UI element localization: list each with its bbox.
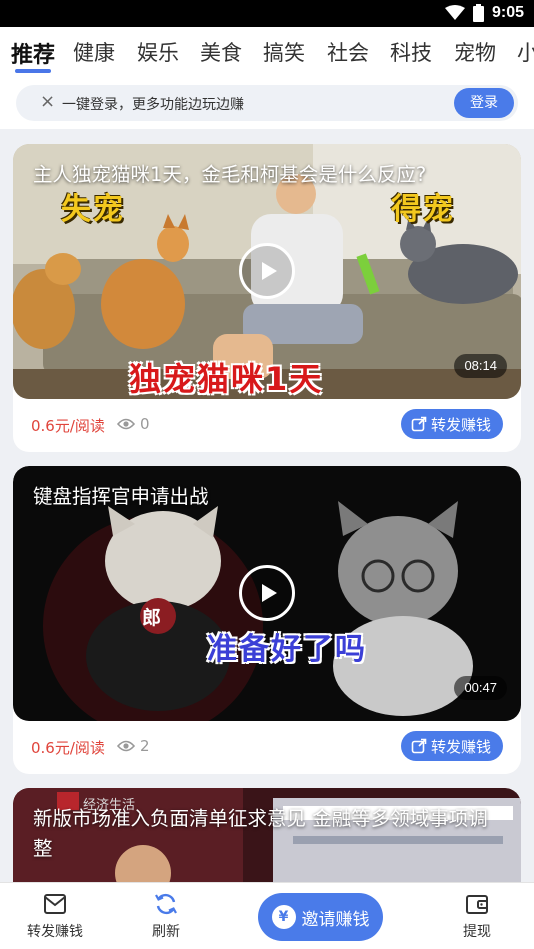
reward-price: 0.6元/阅读 [31,417,105,435]
refresh-icon [155,893,177,915]
view-count-value: 2 [140,737,150,755]
feed-card[interactable]: 郎 准备好了吗 键盘指挥官申请出战 00:47 0.6元/阅读 2 转发赚钱 [13,466,521,774]
video-thumbnail[interactable]: 失宠 得宠 独宠猫咪1天 主人独宠猫咪1天，金毛和柯基会是什么反应? 08:14 [13,144,521,399]
nav-refresh[interactable]: 刷新 [126,891,206,941]
overlay-bottom-text: 独宠猫咪1天 [129,360,324,398]
view-count-value: 0 [140,415,150,433]
nav-share-earn-label: 转发赚钱 [27,924,83,940]
play-icon [262,262,277,280]
status-time: 9:05 [491,4,524,21]
tab-funny[interactable]: 搞笑 [263,37,305,67]
tab-recommend[interactable]: 推荐 [11,37,55,69]
share-envelope-icon [44,894,66,914]
tab-food[interactable]: 美食 [200,37,242,67]
nav-withdraw-label: 提现 [463,924,491,940]
play-button[interactable] [239,565,295,621]
active-tab-indicator [15,69,51,73]
nav-refresh-label: 刷新 [152,924,180,940]
play-button[interactable] [239,243,295,299]
tab-health[interactable]: 健康 [73,37,115,67]
feed-card[interactable]: 失宠 得宠 独宠猫咪1天 主人独宠猫咪1天，金毛和柯基会是什么反应? 08:14… [13,144,521,452]
card-footer: 0.6元/阅读 2 转发赚钱 [13,721,521,774]
share-icon [411,416,427,432]
status-icons: 9:05 [444,4,524,22]
bottom-nav: 转发赚钱 刷新 ¥ 邀请赚钱 提现 [0,882,534,949]
overlay-badge-text: 郎 [142,607,164,629]
tab-more[interactable]: 小 [517,37,534,67]
login-banner: × 一键登录，更多功能边玩边赚 登录 [16,85,518,121]
tab-entertainment[interactable]: 娱乐 [137,37,179,67]
video-duration: 00:47 [454,676,507,700]
category-tabs: 推荐 健康 娱乐 美食 搞笑 社会 科技 宠物 小 [0,27,534,77]
video-duration: 08:14 [454,354,507,378]
wallet-icon [466,895,488,914]
play-icon [262,584,277,602]
overlay-right-text: 得宠 [391,192,455,227]
overlay-left-text: 失宠 [61,192,125,227]
video-title: 主人独宠猫咪1天，金毛和柯基会是什么反应? [33,163,427,186]
close-icon[interactable]: × [40,92,55,112]
nav-withdraw[interactable]: 提现 [437,891,517,941]
video-title: 键盘指挥官申请出战 [33,485,209,508]
nav-share-earn[interactable]: 转发赚钱 [15,891,95,941]
wifi-icon [444,5,465,20]
login-button[interactable]: 登录 [454,88,514,118]
share-icon [411,738,427,754]
invite-earn-button[interactable]: ¥ 邀请赚钱 [258,893,383,941]
view-count: 0 [117,415,150,433]
tab-tech[interactable]: 科技 [390,37,432,67]
login-banner-text: 一键登录，更多功能边玩边赚 [62,97,244,113]
yuan-icon: ¥ [271,905,296,929]
video-title: 新版市场准入负面清单征求意见 金融等多领域事项调整 [33,807,488,860]
view-count: 2 [117,737,150,755]
tab-society[interactable]: 社会 [327,37,369,67]
share-earn-label: 转发赚钱 [430,737,491,756]
login-banner-area: × 一键登录，更多功能边玩边赚 登录 [0,77,534,129]
eye-icon [117,418,135,430]
reward-price: 0.6元/阅读 [31,739,105,757]
status-bar: 9:05 [0,0,534,27]
invite-earn-label: 邀请赚钱 [301,909,370,930]
share-earn-button[interactable]: 转发赚钱 [400,731,503,761]
tab-pets[interactable]: 宠物 [454,37,496,67]
overlay-center-text: 准备好了吗 [207,632,367,667]
card-footer: 0.6元/阅读 0 转发赚钱 [13,399,521,452]
battery-icon [472,4,484,22]
share-earn-label: 转发赚钱 [430,415,491,434]
share-earn-button[interactable]: 转发赚钱 [400,409,503,439]
eye-icon [117,740,135,752]
video-thumbnail[interactable]: 郎 准备好了吗 键盘指挥官申请出战 00:47 [13,466,521,721]
